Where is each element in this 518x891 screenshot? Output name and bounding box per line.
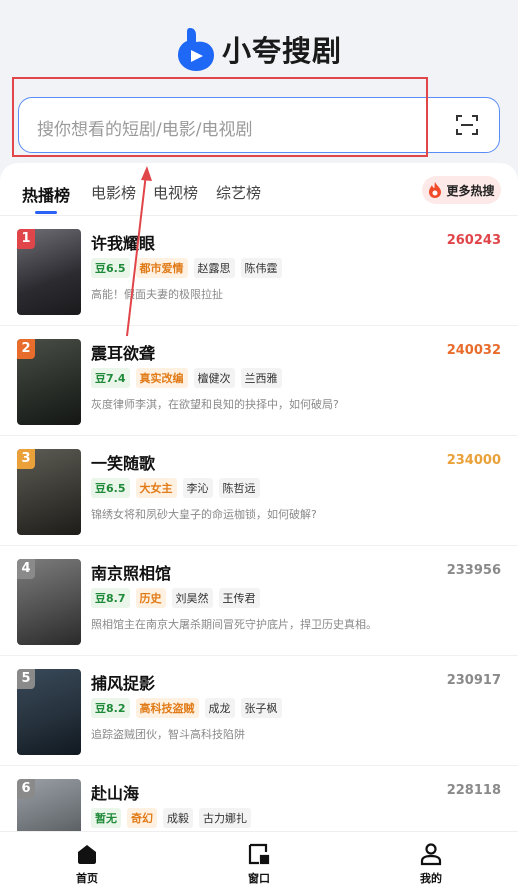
douban-score: 暂无 <box>91 808 121 828</box>
item-description: 照相馆主在南京大屠杀期间冒死守护底片，捍卫历史真相。 <box>91 618 377 631</box>
rank-badge: 1 <box>17 229 35 249</box>
poster-image[interactable]: 2 <box>17 339 81 425</box>
rank-badge: 4 <box>17 559 35 579</box>
tag-row: 豆6.5 大女主 李沁 陈哲远 <box>91 478 260 498</box>
actor-tag: 成龙 <box>204 698 235 718</box>
more-hot-button[interactable]: 更多热搜 <box>422 176 501 204</box>
genre-tag: 真实改编 <box>135 368 188 388</box>
highlight-box <box>12 77 428 157</box>
tag-row: 豆7.4 真实改编 檀健次 兰西雅 <box>91 368 282 388</box>
genre-tag: 都市爱情 <box>135 258 188 278</box>
actor-tag: 李沁 <box>182 478 213 498</box>
logo-icon <box>178 28 214 71</box>
poster-image[interactable]: 3 <box>17 449 81 535</box>
nav-profile-label: 我的 <box>420 872 442 885</box>
tab-movie[interactable]: 电影榜 <box>91 182 136 203</box>
douban-score: 豆8.7 <box>91 588 130 608</box>
active-tab-indicator <box>35 211 57 214</box>
item-title[interactable]: 南京照相馆 <box>91 560 171 584</box>
more-hot-label: 更多热搜 <box>446 183 495 198</box>
list-item[interactable]: 2 震耳欲聋 240032 豆7.4 真实改编 檀健次 兰西雅 灰度律师李淇，在… <box>0 326 518 436</box>
list-item[interactable]: 5 捕风捉影 230917 豆8.2 高科技盗贼 成龙 张子枫 追踪盗贼团伙，智… <box>0 656 518 766</box>
tab-bar: 热播榜 电影榜 电视榜 综艺榜 更多热搜 <box>0 163 518 216</box>
item-title[interactable]: 许我耀眼 <box>91 230 155 254</box>
actor-tag: 赵露思 <box>193 258 235 278</box>
nav-home-label: 首页 <box>76 872 98 885</box>
douban-score: 豆6.5 <box>91 478 130 498</box>
item-description: 追踪盗贼团伙，智斗高科技陷阱 <box>91 728 245 741</box>
item-title[interactable]: 捕风捉影 <box>91 670 155 694</box>
list-item[interactable]: 3 一笑随歌 234000 豆6.5 大女主 李沁 陈哲远 锦绣女将和夙砂大皇子… <box>0 436 518 546</box>
hot-score: 228118 <box>446 783 501 798</box>
list-item[interactable]: 4 南京照相馆 233956 豆8.7 历史 刘昊然 王传君 照相馆主在南京大屠… <box>0 546 518 656</box>
bottom-nav: 首页 窗口 我的 <box>0 831 518 891</box>
nav-home[interactable]: 首页 <box>57 842 117 886</box>
genre-tag: 奇幻 <box>127 808 157 828</box>
poster-image[interactable]: 1 <box>17 229 81 315</box>
rank-badge: 3 <box>17 449 35 469</box>
actor-tag: 张子枫 <box>240 698 282 718</box>
actor-tag: 陈伟霆 <box>240 258 282 278</box>
scan-icon[interactable] <box>455 113 479 137</box>
actor-tag: 刘昊然 <box>171 588 213 608</box>
nav-profile[interactable]: 我的 <box>401 842 461 886</box>
poster-image[interactable]: 6 <box>17 779 81 831</box>
ranking-card: 热播榜 电影榜 电视榜 综艺榜 更多热搜 1 许我耀眼 260243 豆6.5 … <box>0 163 518 831</box>
fire-icon <box>429 182 442 198</box>
item-description: 锦绣女将和夙砂大皇子的命运枷锁，如何破解? <box>91 508 317 521</box>
rank-badge: 5 <box>17 669 35 689</box>
hot-score: 230917 <box>446 673 501 688</box>
list-item[interactable]: 6 赴山海 228118 暂无 奇幻 成毅 古力娜扎 <box>0 766 518 831</box>
app-title: 小夸搜剧 <box>222 34 343 68</box>
window-icon <box>248 843 270 865</box>
header: 小夸搜剧 搜你想看的短剧/电影/电视剧 <box>0 0 518 170</box>
tab-tv[interactable]: 电视榜 <box>153 182 198 203</box>
tab-variety[interactable]: 综艺榜 <box>216 182 261 203</box>
item-title[interactable]: 震耳欲聋 <box>91 340 155 364</box>
hot-score: 260243 <box>446 233 501 248</box>
hot-score: 234000 <box>446 453 501 468</box>
genre-tag: 高科技盗贼 <box>135 698 199 718</box>
actor-tag: 檀健次 <box>193 368 235 388</box>
actor-tag: 成毅 <box>163 808 193 828</box>
tag-row: 豆8.7 历史 刘昊然 王传君 <box>91 588 260 608</box>
item-title[interactable]: 一笑随歌 <box>91 450 155 474</box>
poster-image[interactable]: 5 <box>17 669 81 755</box>
actor-tag: 古力娜扎 <box>199 808 251 828</box>
rank-badge: 2 <box>17 339 35 359</box>
nav-window[interactable]: 窗口 <box>229 842 289 886</box>
profile-icon <box>420 843 442 866</box>
douban-score: 豆6.5 <box>91 258 130 278</box>
hot-score: 240032 <box>446 343 501 358</box>
rank-badge: 6 <box>17 779 35 799</box>
nav-window-label: 窗口 <box>248 872 270 885</box>
actor-tag: 陈哲远 <box>218 478 260 498</box>
tag-row: 豆6.5 都市爱情 赵露思 陈伟霆 <box>91 258 282 278</box>
app-logo: 小夸搜剧 <box>176 26 342 72</box>
douban-score: 豆7.4 <box>91 368 130 388</box>
poster-image[interactable]: 4 <box>17 559 81 645</box>
tab-hot[interactable]: 热播榜 <box>22 182 70 206</box>
home-icon <box>78 845 96 864</box>
actor-tag: 兰西雅 <box>240 368 282 388</box>
item-description: 灰度律师李淇，在欲望和良知的抉择中，如何破局? <box>91 398 339 411</box>
hot-score: 233956 <box>446 563 501 578</box>
tag-row: 暂无 奇幻 成毅 古力娜扎 <box>91 808 251 828</box>
genre-tag: 历史 <box>135 588 166 608</box>
actor-tag: 王传君 <box>218 588 260 608</box>
genre-tag: 大女主 <box>135 478 177 498</box>
list-item[interactable]: 1 许我耀眼 260243 豆6.5 都市爱情 赵露思 陈伟霆 高能！假面夫妻的… <box>0 216 518 326</box>
douban-score: 豆8.2 <box>91 698 130 718</box>
ranking-list: 1 许我耀眼 260243 豆6.5 都市爱情 赵露思 陈伟霆 高能！假面夫妻的… <box>0 216 518 831</box>
tag-row: 豆8.2 高科技盗贼 成龙 张子枫 <box>91 698 282 718</box>
item-description: 高能！假面夫妻的极限拉扯 <box>91 288 223 301</box>
item-title[interactable]: 赴山海 <box>91 780 139 804</box>
